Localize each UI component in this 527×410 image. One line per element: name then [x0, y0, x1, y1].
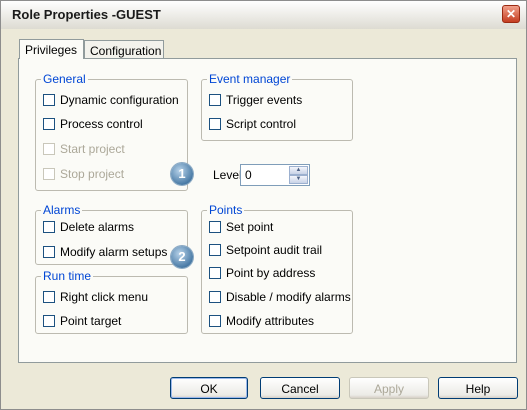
- checkbox-stop-project: Stop project: [43, 166, 124, 182]
- checkbox-label: Stop project: [60, 167, 125, 181]
- checkbox-box[interactable]: [43, 246, 55, 258]
- checkbox-box[interactable]: [209, 244, 221, 256]
- tab-configuration[interactable]: Configuration: [84, 40, 164, 58]
- checkbox-box[interactable]: [209, 118, 221, 130]
- title-bar: Role Properties -GUEST ✕: [1, 1, 526, 29]
- checkbox-modify-attributes[interactable]: Modify attributes: [209, 313, 314, 329]
- group-title-event-manager: Event manager: [207, 72, 293, 86]
- ok-button[interactable]: OK: [170, 377, 248, 399]
- checkbox-trigger-events[interactable]: Trigger events: [209, 92, 302, 108]
- checkbox-label: Point target: [60, 314, 122, 328]
- checkbox-box[interactable]: [43, 94, 55, 106]
- checkbox-label: Modify attributes: [226, 314, 315, 328]
- checkbox-point-by-address[interactable]: Point by address: [209, 265, 315, 281]
- checkbox-box[interactable]: [43, 221, 55, 233]
- checkbox-set-point[interactable]: Set point: [209, 219, 273, 235]
- cancel-button[interactable]: Cancel: [260, 377, 340, 399]
- tab-privileges[interactable]: Privileges: [19, 39, 84, 59]
- checkbox-label: Point by address: [226, 266, 316, 280]
- checkbox-label: Right click menu: [60, 290, 149, 304]
- checkbox-box[interactable]: [43, 291, 55, 303]
- checkbox-box: [43, 143, 55, 155]
- checkbox-disable-modify-alarms[interactable]: Disable / modify alarms: [209, 289, 351, 305]
- checkbox-delete-alarms[interactable]: Delete alarms: [43, 219, 134, 235]
- checkbox-box[interactable]: [209, 267, 221, 279]
- help-button[interactable]: Help: [438, 377, 518, 399]
- group-title-run-time: Run time: [41, 269, 94, 283]
- checkbox-box[interactable]: [209, 94, 221, 106]
- close-icon[interactable]: ✕: [502, 5, 520, 23]
- checkbox-box[interactable]: [43, 315, 55, 327]
- checkbox-label: Modify alarm setups: [60, 245, 168, 259]
- callout-badge-2: 2: [171, 246, 193, 268]
- checkbox-label: Disable / modify alarms: [226, 290, 351, 304]
- checkbox-box[interactable]: [209, 291, 221, 303]
- checkbox-point-target[interactable]: Point target: [43, 313, 121, 329]
- checkbox-label: Script control: [226, 117, 297, 131]
- group-title-alarms: Alarms: [41, 203, 83, 217]
- checkbox-box[interactable]: [209, 221, 221, 233]
- checkbox-right-click-menu[interactable]: Right click menu: [43, 289, 148, 305]
- checkbox-label: Set point: [226, 220, 274, 234]
- checkbox-label: Setpoint audit trail: [226, 243, 323, 257]
- group-title-general: General: [41, 72, 88, 86]
- checkbox-modify-alarm-setups[interactable]: Modify alarm setups: [43, 244, 167, 260]
- level-spinner: ▲ ▼: [289, 166, 308, 184]
- checkbox-label: Trigger events: [226, 93, 303, 107]
- checkbox-start-project: Start project: [43, 141, 125, 157]
- group-title-points: Points: [207, 203, 245, 217]
- checkbox-box[interactable]: [209, 315, 221, 327]
- checkbox-label: Start project: [60, 142, 125, 156]
- arrow-down-icon[interactable]: ▼: [289, 175, 308, 184]
- checkbox-label: Delete alarms: [60, 220, 135, 234]
- checkbox-label: Dynamic configuration: [60, 93, 179, 107]
- checkbox-dynamic-configuration[interactable]: Dynamic configuration: [43, 92, 179, 108]
- arrow-up-icon[interactable]: ▲: [289, 166, 308, 175]
- checkbox-script-control[interactable]: Script control: [209, 116, 296, 132]
- window-title: Role Properties -GUEST: [12, 7, 161, 22]
- checkbox-box: [43, 168, 55, 180]
- checkbox-setpoint-audit-trail[interactable]: Setpoint audit trail: [209, 242, 322, 258]
- checkbox-label: Process control: [60, 117, 143, 131]
- apply-button[interactable]: Apply: [349, 377, 429, 399]
- callout-badge-1: 1: [171, 163, 193, 185]
- checkbox-process-control[interactable]: Process control: [43, 116, 143, 132]
- checkbox-box[interactable]: [43, 118, 55, 130]
- role-properties-dialog: Role Properties -GUEST ✕ Privileges Conf…: [0, 0, 527, 410]
